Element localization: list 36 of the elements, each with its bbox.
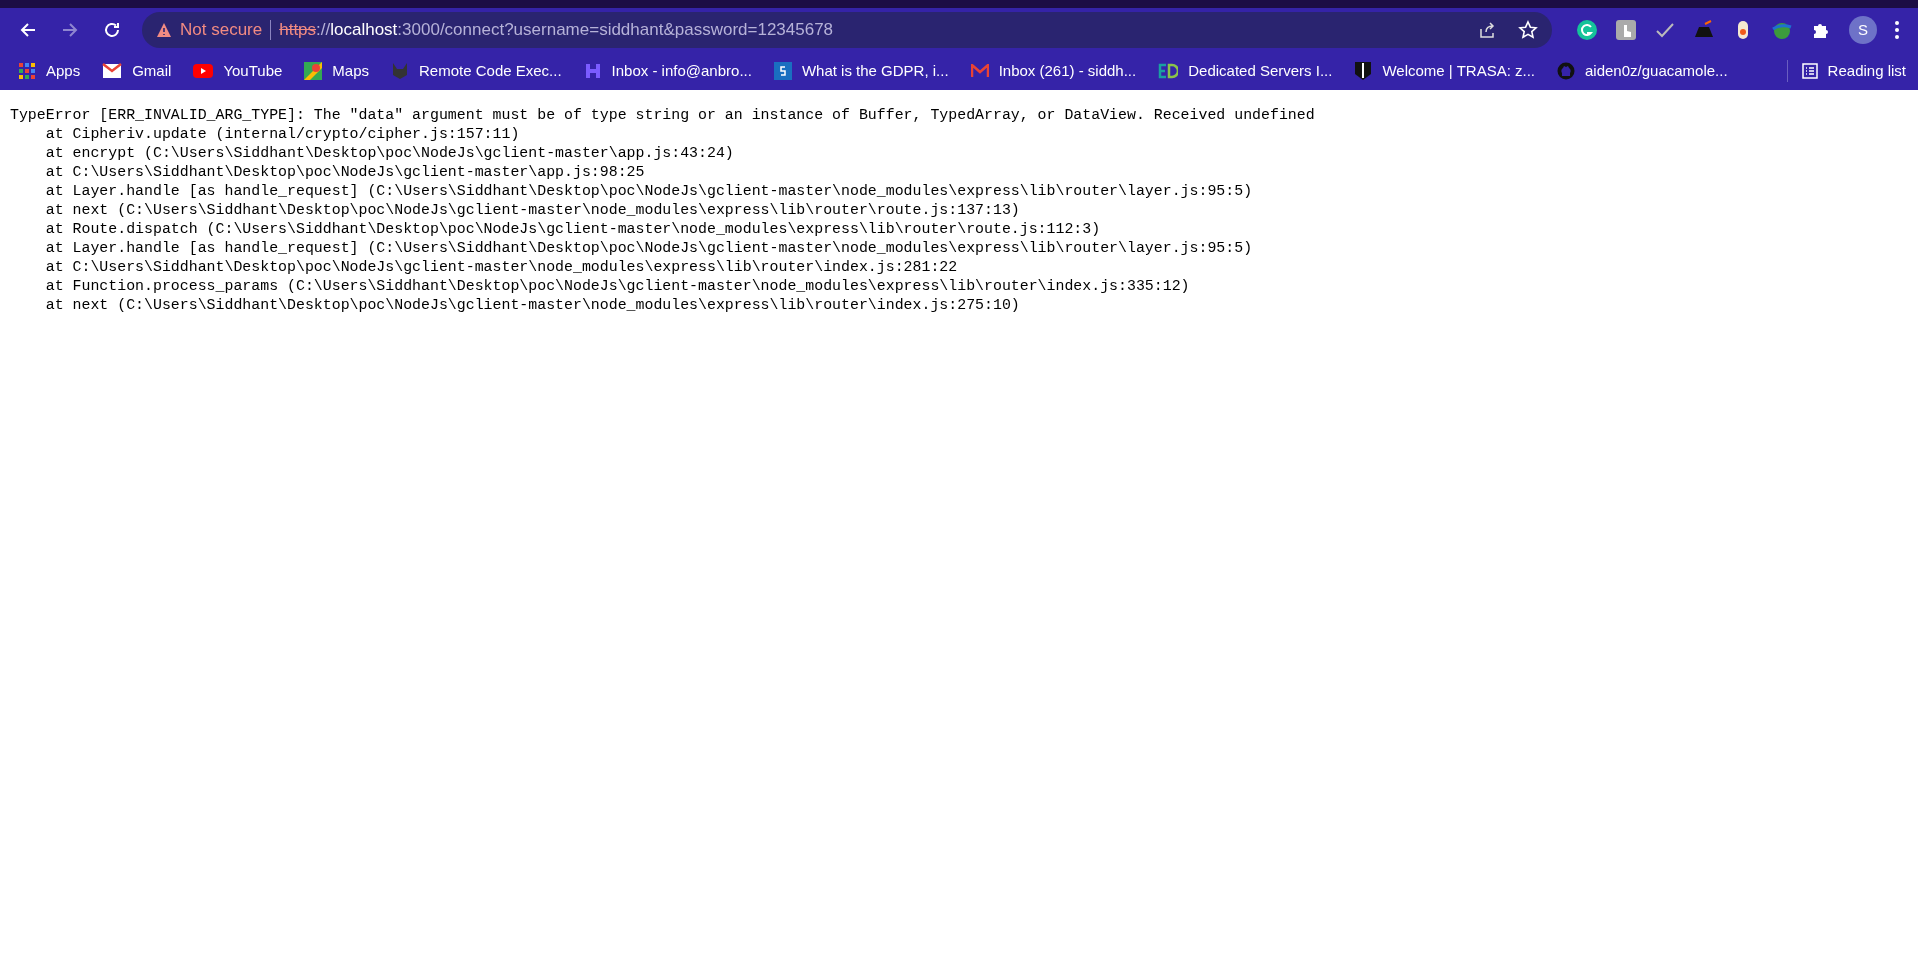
letter-h-icon [583, 62, 602, 80]
app-grid-icon [18, 62, 36, 80]
bookmark-link[interactable]: Inbox (261) - siddh... [970, 59, 1137, 83]
horned-mask-icon [391, 62, 409, 80]
reload-icon [103, 21, 121, 39]
bookmark-link[interactable]: Apps [18, 59, 81, 83]
warning-icon [156, 22, 172, 38]
reading-list-button[interactable]: Reading list [1801, 59, 1906, 83]
list-icon [1801, 63, 1818, 79]
bookmark-link[interactable]: Dedicated Servers I... [1158, 59, 1333, 83]
error-stack-trace: TypeError [ERR_INVALID_ARG_TYPE]: The "data" argument must be of type string or an instance of Buffer, TypedArray, or DataView. Received undefined at Cipheriv.update (internal/crypto/cipher.js:157:11) at encrypt (C:\Users\Siddhant\Desktop\poc\NodeJs\gclient-master\app.js:43:24) at C:\Users\Siddhant\Desktop\poc\NodeJs\gclient-master\app.js:98:25 at Layer.handle [as handle_request] (C:\Users\Siddhant\Desktop\poc\NodeJs\gclient-master\node_modules\express\lib\router\layer.js:95:5) at next (C:\Users\Siddhant\Desktop\poc\NodeJs\gclient-master\node_modules\express\lib\router\route.js:137:13) at Route.dispatch (C:\Users\Siddhant\Desktop\poc\NodeJs\gclient-master\node_modules\express\lib\router\route.js:112:3) at Layer.handle [as handle_request] (C:\Users\Siddhant\Desktop\poc\NodeJs\gclient-master\node_modules\express\lib\router\layer.js:95:5) at C:\Users\Siddhant\Desktop\poc\NodeJs\gclient-master\node_modules\express\lib\router\index.js:281:22 at Function.process_params (C:\Users\Siddhant\Desktop\poc\NodeJs\gclient-master\node_modules\express\lib\router\index.js:335:12) at next (C:\Users\Siddhant\Desktop\poc\NodeJs\gclient-master\node_modules\express\lib\router\index.js:275:10) [9, 106, 1316, 315]
bookmark-link[interactable]: YouTube [193, 59, 283, 83]
envelope-icon [970, 64, 989, 78]
square-letter-icon [773, 62, 792, 80]
back-arrow-icon [19, 21, 37, 39]
bookmark-link[interactable]: Gmail [102, 59, 172, 83]
security-indicator[interactable]: Not secure [156, 17, 263, 43]
bookmark-link[interactable]: Welcome | TRASA: z... [1354, 59, 1535, 83]
play-button-icon [193, 64, 214, 78]
bookmark-link[interactable]: Maps [304, 59, 369, 83]
envelope-icon [102, 63, 123, 79]
letters-ed-icon [1158, 63, 1179, 79]
menu-icon[interactable] [1894, 20, 1900, 40]
profile-avatar[interactable]: S [1849, 16, 1877, 44]
forward-arrow-icon [61, 21, 79, 39]
bookmark-link[interactable]: Remote Code Exec... [391, 59, 562, 83]
letter-g-circle-icon[interactable] [1576, 19, 1598, 41]
share-icon[interactable] [1478, 21, 1496, 39]
url-field[interactable]: https://localhost:3000/connect?username=siddhant&password=12345678 [279, 17, 834, 43]
bookmark-link[interactable]: aiden0z/guacamole... [1557, 59, 1728, 83]
star-icon[interactable] [1518, 20, 1538, 40]
shield-icon [1354, 61, 1373, 81]
bookmark-link[interactable]: What is the GDPR, i... [773, 59, 949, 83]
map-pin-icon [304, 62, 323, 80]
address-bar[interactable]: Not secure https://localhost:3000/connect?username=siddhant&password=12345678 [142, 12, 1552, 48]
bookmark-link[interactable]: Inbox - info@anbro... [583, 59, 752, 83]
